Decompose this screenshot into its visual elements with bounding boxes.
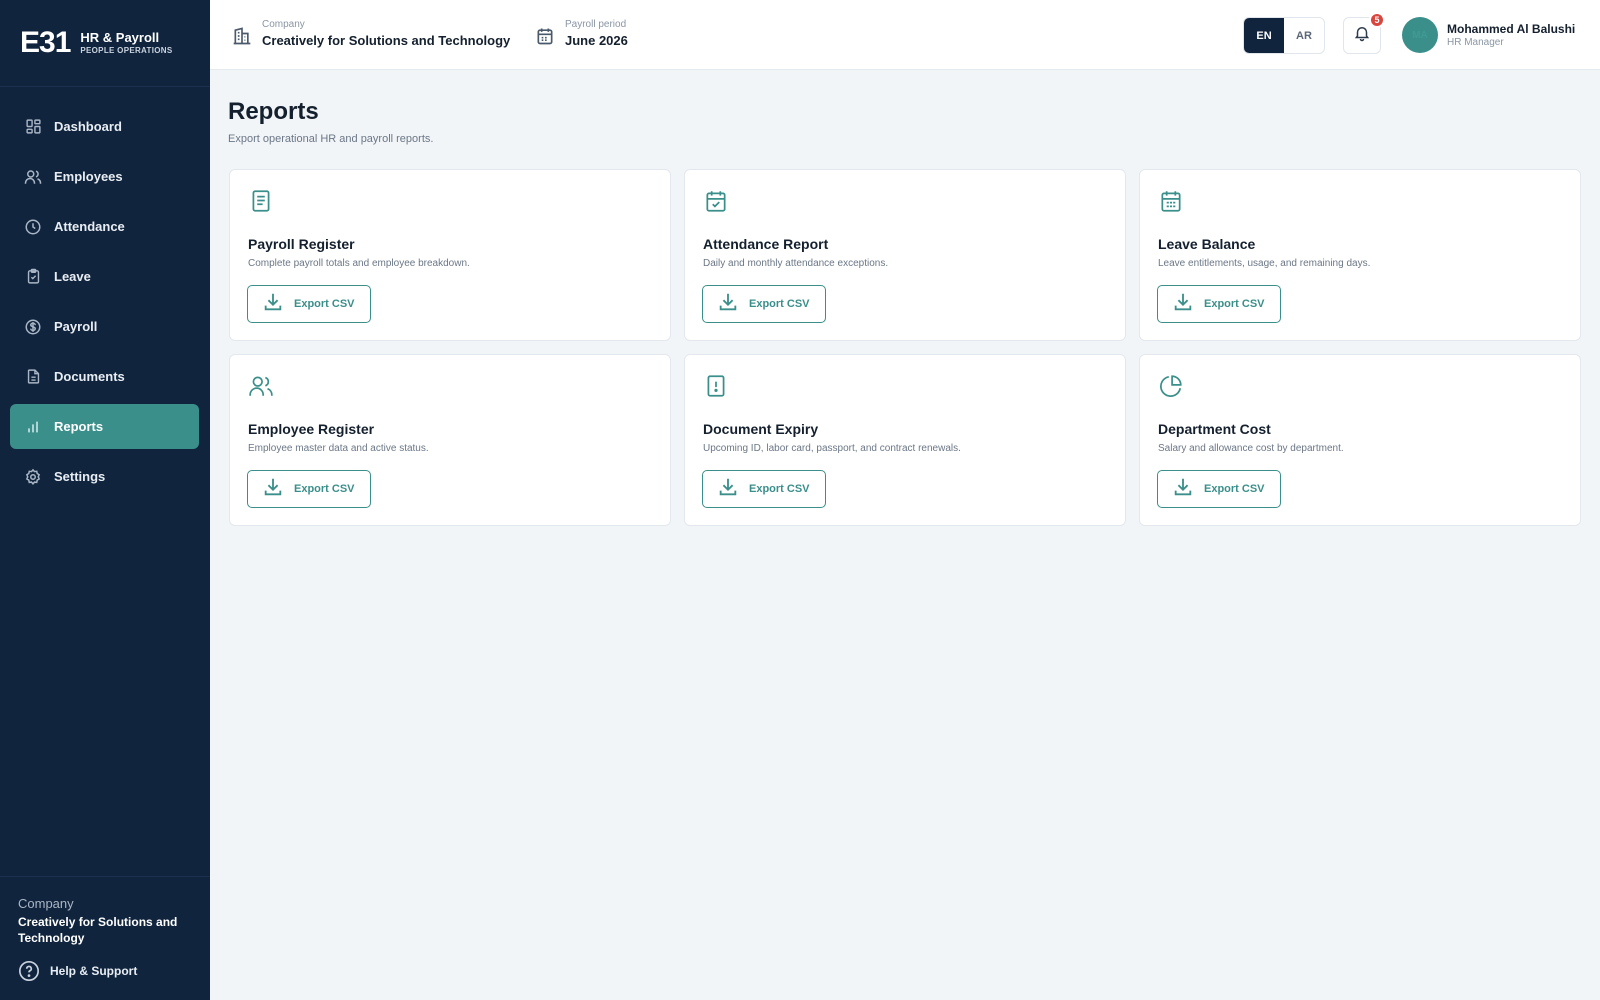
report-card-department-cost: Department Cost Salary and allowance cos… <box>1139 354 1581 526</box>
user-role: HR Manager <box>1447 37 1504 48</box>
dashboard-icon <box>24 118 42 136</box>
export-csv-button[interactable]: Export CSV <box>702 285 826 323</box>
divider <box>0 86 210 87</box>
export-csv-button[interactable]: Export CSV <box>247 285 371 323</box>
top-bar: Company Creatively for Solutions and Tec… <box>210 0 1600 70</box>
calendar-icon <box>535 26 555 46</box>
user-name[interactable]: Mohammed Al Balushi <box>1447 22 1575 36</box>
sidebar-item-dashboard[interactable]: Dashboard <box>10 104 199 149</box>
card-title: Leave Balance <box>1158 236 1256 252</box>
brand-subtitle: PEOPLE OPERATIONS <box>80 46 173 55</box>
sidebar-item-attendance[interactable]: Attendance <box>10 204 199 249</box>
report-card-payroll-register: Payroll Register Complete payroll totals… <box>229 169 671 341</box>
sidebar-item-label: Payroll <box>54 319 98 334</box>
help-support-link[interactable]: Help & Support <box>18 960 137 982</box>
sidebar-nav: Dashboard Employees Attendance Leave Pay… <box>10 104 199 504</box>
calendar-check-icon <box>703 188 729 214</box>
export-csv-label: Export CSV <box>294 483 355 495</box>
card-title: Department Cost <box>1158 421 1271 437</box>
card-description: Daily and monthly attendance exceptions. <box>703 258 889 269</box>
export-csv-button[interactable]: Export CSV <box>702 470 826 508</box>
download-icon <box>717 476 739 503</box>
download-icon <box>262 476 284 503</box>
building-icon <box>232 26 252 46</box>
calendar-grid-icon <box>1158 188 1184 214</box>
card-title: Attendance Report <box>703 236 829 252</box>
sidebar-item-documents[interactable]: Documents <box>10 354 199 399</box>
language-switcher: EN AR <box>1243 17 1325 54</box>
card-description: Complete payroll totals and employee bre… <box>248 258 470 269</box>
card-description: Upcoming ID, labor card, passport, and c… <box>703 443 961 454</box>
card-description: Leave entitlements, usage, and remaining… <box>1158 258 1371 269</box>
clipboard-icon <box>24 268 42 286</box>
sidebar-item-label: Employees <box>54 169 123 184</box>
payroll-period-selector[interactable]: Payroll period June 2026 <box>535 18 628 50</box>
download-icon <box>717 291 739 318</box>
sidebar-item-settings[interactable]: Settings <box>10 454 199 499</box>
export-csv-button[interactable]: Export CSV <box>247 470 371 508</box>
help-support-label: Help & Support <box>50 964 138 978</box>
help-icon <box>18 960 40 982</box>
report-card-document-expiry: Document Expiry Upcoming ID, labor card,… <box>684 354 1126 526</box>
divider <box>0 876 210 877</box>
lang-en-button[interactable]: EN <box>1244 18 1284 53</box>
avatar[interactable]: MA <box>1402 17 1438 53</box>
export-csv-label: Export CSV <box>1204 483 1265 495</box>
bell-icon <box>1353 24 1371 47</box>
card-title: Document Expiry <box>703 421 819 437</box>
download-icon <box>1172 291 1194 318</box>
brand-logo: E31 <box>20 26 71 59</box>
bar-chart-icon <box>24 418 42 436</box>
sidebar-item-payroll[interactable]: Payroll <box>10 304 199 349</box>
document-alert-icon <box>703 373 729 399</box>
card-description: Employee master data and active status. <box>248 443 429 454</box>
card-title: Payroll Register <box>248 236 355 252</box>
users-icon <box>24 168 42 186</box>
download-icon <box>262 291 284 318</box>
brand[interactable]: E31 HR & Payroll PEOPLE OPERATIONS <box>20 26 172 60</box>
export-csv-label: Export CSV <box>749 298 810 310</box>
period-value: June 2026 <box>565 33 628 48</box>
company-selector[interactable]: Company Creatively for Solutions and Tec… <box>232 18 510 50</box>
page-title: Reports <box>228 98 319 125</box>
gear-icon <box>24 468 42 486</box>
sidebar-item-label: Reports <box>54 419 104 434</box>
sidebar-item-leave[interactable]: Leave <box>10 254 199 299</box>
pie-chart-icon <box>1158 373 1184 399</box>
export-csv-label: Export CSV <box>749 483 810 495</box>
receipt-icon <box>248 188 274 214</box>
dollar-icon <box>24 318 42 336</box>
brand-title: HR & Payroll <box>80 30 160 45</box>
period-caption: Payroll period <box>565 19 627 30</box>
company-value: Creatively for Solutions and Technology <box>262 33 511 48</box>
document-icon <box>24 368 42 386</box>
report-card-leave-balance: Leave Balance Leave entitlements, usage,… <box>1139 169 1581 341</box>
report-card-attendance-report: Attendance Report Daily and monthly atte… <box>684 169 1126 341</box>
company-caption: Company <box>262 19 305 30</box>
lang-ar-button[interactable]: AR <box>1284 18 1324 53</box>
card-description: Salary and allowance cost by department. <box>1158 443 1344 454</box>
sidebar-company-caption: Company <box>18 896 74 911</box>
download-icon <box>1172 476 1194 503</box>
card-title: Employee Register <box>248 421 375 437</box>
users-icon <box>248 373 274 399</box>
sidebar-item-label: Attendance <box>54 219 125 234</box>
export-csv-label: Export CSV <box>1204 298 1265 310</box>
clock-icon <box>24 218 42 236</box>
sidebar-item-reports[interactable]: Reports <box>10 404 199 449</box>
export-csv-button[interactable]: Export CSV <box>1157 285 1281 323</box>
sidebar: E31 HR & Payroll PEOPLE OPERATIONS Dashb… <box>0 0 210 1000</box>
sidebar-company-name: Creatively for Solutions and Technology <box>18 915 178 945</box>
report-card-employee-register: Employee Register Employee master data a… <box>229 354 671 526</box>
sidebar-item-label: Documents <box>54 369 125 384</box>
sidebar-item-label: Settings <box>54 469 106 484</box>
sidebar-item-employees[interactable]: Employees <box>10 154 199 199</box>
notification-badge: 5 <box>1369 12 1385 28</box>
export-csv-label: Export CSV <box>294 298 355 310</box>
page-subtitle: Export operational HR and payroll report… <box>228 133 434 145</box>
sidebar-item-label: Dashboard <box>54 119 122 134</box>
export-csv-button[interactable]: Export CSV <box>1157 470 1281 508</box>
sidebar-item-label: Leave <box>54 269 91 284</box>
